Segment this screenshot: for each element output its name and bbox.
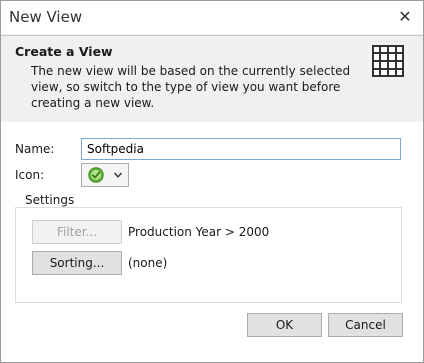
cancel-button[interactable]: Cancel	[328, 313, 403, 337]
filter-button[interactable]: Filter...	[32, 220, 122, 244]
icon-dropdown[interactable]	[81, 163, 129, 187]
sorting-value: (none)	[128, 256, 168, 270]
new-view-dialog: New View ✕ Create a View The new view wi…	[0, 0, 424, 363]
green-check-icon	[88, 167, 104, 183]
header-description: The new view will be based on the curren…	[31, 64, 351, 110]
name-input[interactable]	[81, 138, 401, 160]
header-title: Create a View	[15, 44, 113, 59]
dialog-body: Name: Icon: Settings Filter... Productio…	[1, 122, 423, 362]
filter-button-label: Filter...	[56, 225, 98, 239]
name-label: Name:	[15, 142, 55, 156]
sorting-button[interactable]: Sorting...	[32, 251, 122, 275]
dialog-header: Create a View The new view will be based…	[1, 35, 423, 123]
grid-view-icon	[372, 45, 404, 77]
title-bar: New View ✕	[1, 1, 423, 34]
filter-value: Production Year > 2000	[128, 225, 270, 239]
cancel-button-label: Cancel	[345, 318, 386, 332]
window-title: New View	[9, 8, 83, 26]
sorting-button-label: Sorting...	[49, 256, 105, 270]
close-icon[interactable]: ✕	[397, 7, 413, 26]
chevron-down-icon	[113, 172, 123, 178]
settings-legend: Settings	[23, 193, 77, 207]
ok-button-label: OK	[275, 318, 294, 332]
ok-button[interactable]: OK	[247, 313, 322, 337]
icon-label: Icon:	[15, 168, 45, 182]
